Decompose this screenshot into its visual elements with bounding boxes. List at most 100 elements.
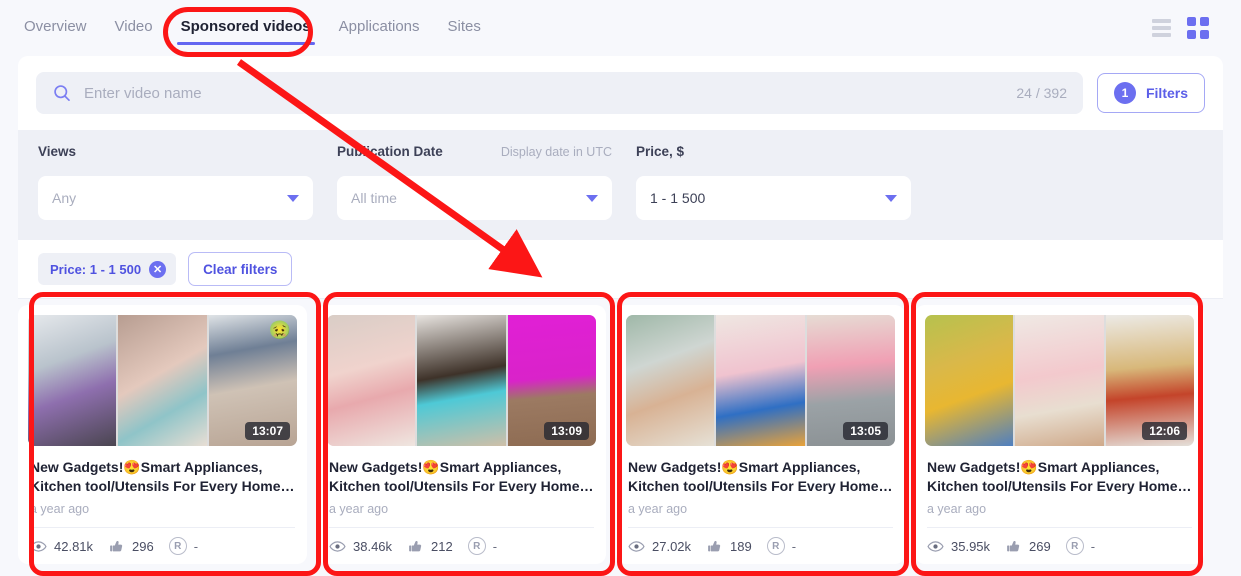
thumb-pane [118,315,206,446]
revenue-stat: R - [767,537,796,555]
revenue-value: - [1091,539,1095,554]
video-title: New Gadgets!😍Smart Appliances, Kitchen t… [329,458,594,496]
filter-views-head: Views [38,144,313,166]
views-value: 27.02k [652,539,691,554]
likes-value: 189 [730,539,752,554]
video-card-grid: 🤢 13:07 New Gadgets!😍Smart Appliances, K… [0,299,1241,564]
thumbs-up-icon [706,538,723,555]
video-card[interactable]: 🤢 13:07 New Gadgets!😍Smart Appliances, K… [18,305,307,564]
video-card[interactable]: 13:05 New Gadgets!😍Smart Appliances, Kit… [616,305,905,564]
publication-date-select-value: All time [351,190,586,206]
emoji-overlay-icon: 🤢 [269,320,291,341]
views-select[interactable]: Any [38,176,313,220]
duration-badge: 13:07 [245,422,290,440]
filter-price-label: Price, $ [636,144,684,159]
search-panel: 24 / 392 1 Filters [18,56,1223,130]
likes-stat: 296 [108,538,154,555]
views-stat: 38.46k [329,538,392,555]
revenue-icon: R [169,537,187,555]
views-stat: 27.02k [628,538,691,555]
likes-value: 212 [431,539,453,554]
revenue-icon: R [1066,537,1084,555]
search-input[interactable] [84,85,1004,102]
thumbs-up-icon [1005,538,1022,555]
tab-sites[interactable]: Sites [434,0,495,56]
video-stats: 42.81k 296 R - [28,528,297,564]
eye-icon [30,538,47,555]
close-icon[interactable]: ✕ [149,261,166,278]
grid-view-icon[interactable] [1187,17,1209,39]
list-view-icon[interactable] [1152,19,1171,37]
video-publish-date: a year ago [329,502,594,516]
chevron-down-icon [586,195,598,202]
filter-row: Views Any Publication Date Display date … [18,130,1223,240]
view-mode-toggles [1152,17,1223,39]
video-thumbnail[interactable]: 🤢 13:07 [28,315,297,446]
price-select-value: 1 - 1 500 [650,190,885,206]
thumb-pane [28,315,116,446]
eye-icon [927,538,944,555]
filter-date-utc-hint: Display date in UTC [501,145,612,159]
views-value: 42.81k [54,539,93,554]
revenue-stat: R - [1066,537,1095,555]
filter-views: Views Any [38,144,313,220]
views-value: 38.46k [353,539,392,554]
eye-icon [329,538,346,555]
eye-icon [628,538,645,555]
video-thumbnail[interactable]: 13:09 [327,315,596,446]
top-navigation-bar: Overview Video Sponsored videos Applicat… [0,0,1241,56]
tab-overview[interactable]: Overview [18,0,101,56]
video-stats: 38.46k 212 R - [327,528,596,564]
likes-value: 296 [132,539,154,554]
video-card[interactable]: 13:09 New Gadgets!😍Smart Appliances, Kit… [317,305,606,564]
thumb-pane [925,315,1013,446]
likes-stat: 269 [1005,538,1051,555]
filter-date-head: Publication Date Display date in UTC [337,144,612,166]
filter-price: Price, $ 1 - 1 500 [636,144,911,220]
revenue-icon: R [767,537,785,555]
video-publish-date: a year ago [30,502,295,516]
filter-price-head: Price, $ [636,144,911,166]
video-publish-date: a year ago [628,502,893,516]
duration-badge: 13:05 [843,422,888,440]
likes-value: 269 [1029,539,1051,554]
thumb-pane [716,315,804,446]
tab-list: Overview Video Sponsored videos Applicat… [18,0,495,56]
thumbs-up-icon [108,538,125,555]
video-card[interactable]: 12:06 New Gadgets!😍Smart Appliances, Kit… [915,305,1204,564]
search-box[interactable]: 24 / 392 [36,72,1083,114]
publication-date-select[interactable]: All time [337,176,612,220]
tab-sponsored-videos[interactable]: Sponsored videos [167,0,325,56]
chip-price[interactable]: Price: 1 - 1 500 ✕ [38,253,176,285]
thumbs-up-icon [407,538,424,555]
video-stats: 27.02k 189 R - [626,528,895,564]
duration-badge: 12:06 [1142,422,1187,440]
thumb-pane [626,315,714,446]
tab-applications[interactable]: Applications [325,0,434,56]
results-counter: 24 / 392 [1016,85,1067,101]
filters-count-badge: 1 [1114,82,1136,104]
revenue-value: - [792,539,796,554]
views-select-value: Any [52,190,287,206]
video-stats: 35.95k 269 R - [925,528,1194,564]
filter-publication-date: Publication Date Display date in UTC All… [337,144,612,220]
revenue-value: - [493,539,497,554]
views-stat: 42.81k [30,538,93,555]
search-icon [52,83,72,103]
tab-video[interactable]: Video [101,0,167,56]
video-title: New Gadgets!😍Smart Appliances, Kitchen t… [628,458,893,496]
thumb-pane [417,315,505,446]
chevron-down-icon [287,195,299,202]
filters-button-label: Filters [1146,85,1188,101]
price-select[interactable]: 1 - 1 500 [636,176,911,220]
video-thumbnail[interactable]: 12:06 [925,315,1194,446]
revenue-stat: R - [468,537,497,555]
likes-stat: 189 [706,538,752,555]
duration-badge: 13:09 [544,422,589,440]
chip-price-label: Price: 1 - 1 500 [50,262,141,277]
filters-button[interactable]: 1 Filters [1097,73,1205,113]
clear-filters-button[interactable]: Clear filters [188,252,292,286]
video-thumbnail[interactable]: 13:05 [626,315,895,446]
filter-date-label: Publication Date [337,144,443,159]
views-stat: 35.95k [927,538,990,555]
